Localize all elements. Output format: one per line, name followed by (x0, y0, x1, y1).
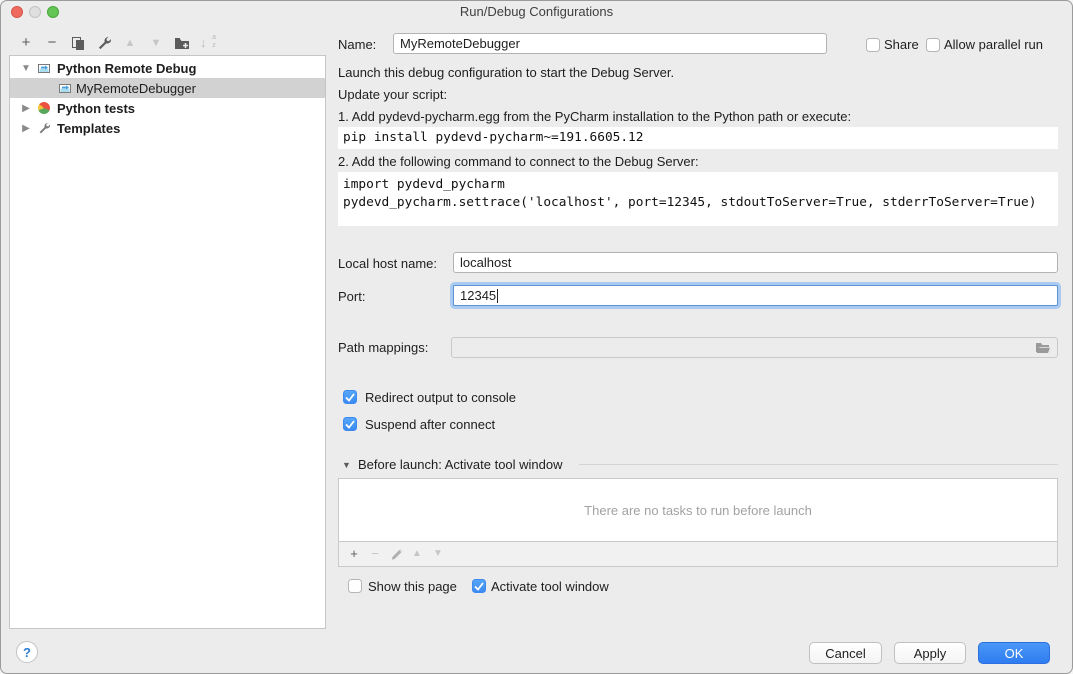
remove-configuration-button[interactable]: − (44, 35, 60, 51)
activate-tool-window-label: Activate tool window (491, 579, 609, 594)
empty-tasks-message: There are no tasks to run before launch (584, 503, 812, 518)
remote-debug-icon (37, 61, 51, 75)
tree-item-python-remote-debug[interactable]: ▼ Python Remote Debug (10, 58, 325, 78)
check-icon (345, 393, 355, 402)
path-mappings-label: Path mappings: (338, 340, 428, 355)
cancel-button[interactable]: Cancel (809, 642, 882, 664)
before-launch-toolbar: + − ▲ ▼ (338, 542, 1058, 567)
configurations-tree: ▼ Python Remote Debug MyRemoteDebugger ▶… (9, 55, 326, 629)
share-checkbox[interactable] (866, 38, 880, 52)
path-mappings-input[interactable] (451, 337, 1058, 358)
redirect-output-checkbox[interactable] (343, 390, 357, 404)
collapse-section-icon[interactable]: ▼ (342, 460, 351, 470)
local-host-name-label: Local host name: (338, 256, 437, 271)
instruction-update: Update your script: (338, 87, 447, 102)
copy-configuration-icon[interactable] (70, 35, 86, 51)
tree-item-label: Python Remote Debug (57, 61, 196, 76)
tree-item-templates[interactable]: ▶ Templates (10, 118, 325, 138)
local-host-name-input[interactable]: localhost (453, 252, 1058, 273)
share-label: Share (884, 37, 919, 52)
expand-triangle-icon[interactable]: ▶ (21, 123, 31, 134)
add-configuration-button[interactable]: + (18, 35, 34, 51)
port-label: Port: (338, 289, 365, 304)
move-up-button[interactable]: ▲ (122, 35, 138, 51)
show-this-page-label: Show this page (368, 579, 457, 594)
check-icon (345, 420, 355, 429)
allow-parallel-run-checkbox[interactable] (926, 38, 940, 52)
tree-item-label: MyRemoteDebugger (76, 81, 196, 96)
help-button[interactable]: ? (16, 641, 38, 663)
suspend-after-connect-label: Suspend after connect (365, 417, 495, 432)
apply-button[interactable]: Apply (894, 642, 966, 664)
sort-configurations-icon[interactable]: ↓ az (200, 35, 216, 51)
run-debug-configurations-dialog: Run/Debug Configurations + − ▲ ▼ ↓ az ▼ … (0, 0, 1073, 674)
edit-templates-wrench-icon[interactable] (96, 35, 112, 51)
port-input[interactable]: 12345 (453, 285, 1058, 306)
tree-item-python-tests[interactable]: ▶ Python tests (10, 98, 325, 118)
pip-command-code: pip install pydevd-pycharm~=191.6605.12 (338, 127, 1058, 149)
expand-triangle-icon[interactable]: ▶ (21, 103, 31, 114)
titlebar: Run/Debug Configurations (1, 1, 1072, 23)
tree-item-myremotedebugger[interactable]: MyRemoteDebugger (10, 78, 325, 98)
settrace-code: import pydevd_pycharm pydevd_pycharm.set… (338, 172, 1058, 226)
instruction-step2: 2. Add the following command to connect … (338, 154, 699, 169)
edit-task-pencil-icon[interactable] (389, 547, 403, 561)
templates-wrench-icon (37, 121, 51, 135)
python-tests-icon (37, 101, 51, 115)
browse-folder-icon[interactable] (1035, 341, 1051, 354)
tree-item-label: Templates (57, 121, 120, 136)
name-input[interactable]: MyRemoteDebugger (393, 33, 827, 54)
ok-button[interactable]: OK (978, 642, 1050, 664)
new-folder-icon[interactable] (174, 35, 190, 51)
add-task-button[interactable]: + (347, 547, 361, 561)
configurations-toolbar: + − ▲ ▼ ↓ az (18, 33, 216, 53)
suspend-after-connect-checkbox[interactable] (343, 417, 357, 431)
before-launch-title: Before launch: Activate tool window (358, 457, 563, 472)
move-task-up-button[interactable]: ▲ (410, 547, 424, 561)
show-this-page-checkbox[interactable] (348, 579, 362, 593)
redirect-output-label: Redirect output to console (365, 390, 516, 405)
allow-parallel-run-label: Allow parallel run (944, 37, 1043, 52)
text-caret (497, 289, 498, 303)
instruction-step1: 1. Add pydevd-pycharm.egg from the PyCha… (338, 109, 851, 124)
move-down-button[interactable]: ▼ (148, 35, 164, 51)
remove-task-button[interactable]: − (368, 547, 382, 561)
name-label: Name: (338, 37, 376, 52)
section-divider (579, 464, 1058, 465)
instruction-intro: Launch this debug configuration to start… (338, 65, 674, 80)
remote-debug-icon (58, 81, 72, 95)
collapse-triangle-icon[interactable]: ▼ (21, 63, 31, 74)
window-title: Run/Debug Configurations (1, 4, 1072, 19)
before-launch-task-list: There are no tasks to run before launch (338, 478, 1058, 542)
move-task-down-button[interactable]: ▼ (431, 547, 445, 561)
tree-item-label: Python tests (57, 101, 135, 116)
activate-tool-window-checkbox[interactable] (472, 579, 486, 593)
check-icon (474, 582, 484, 591)
